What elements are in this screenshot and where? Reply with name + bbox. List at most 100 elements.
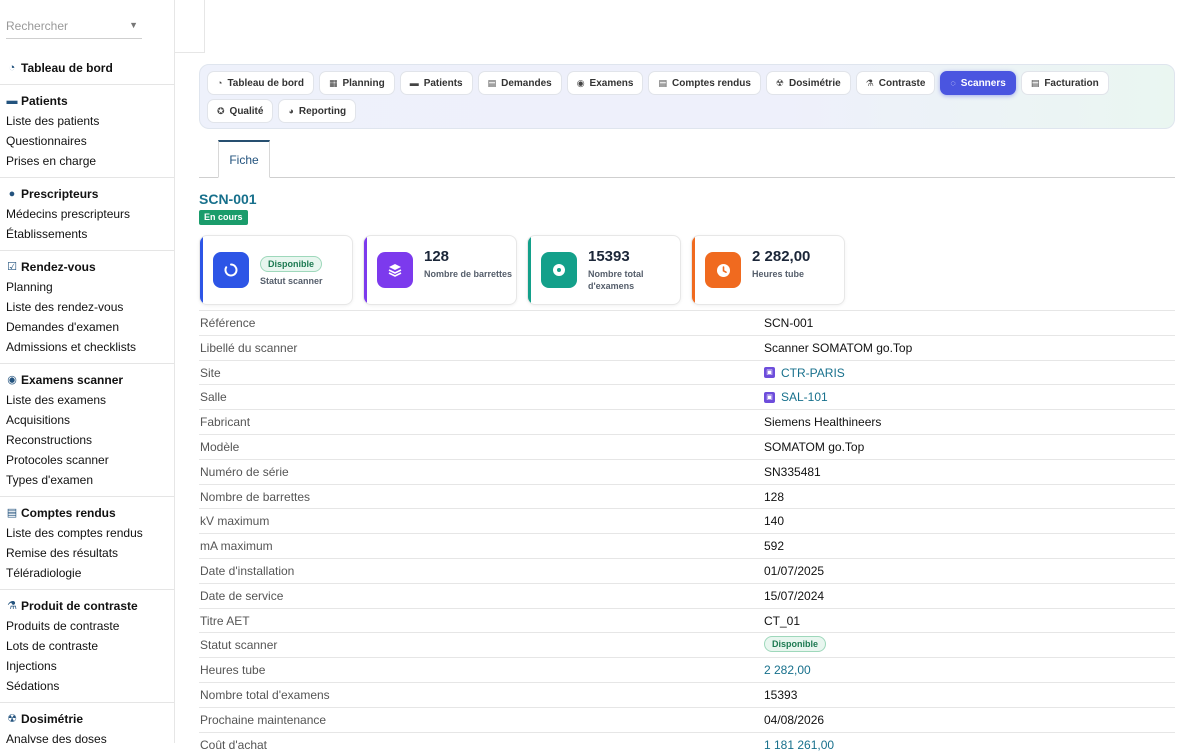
- field-value: 15393: [764, 687, 798, 702]
- stat-card-heures-tube: 2 282,00 Heures tube: [691, 235, 845, 305]
- field-value: 01/07/2025: [764, 563, 825, 578]
- field-label: Numéro de série: [200, 464, 289, 479]
- circle-notch-icon: [213, 252, 249, 288]
- disc-icon: ◉: [7, 374, 17, 386]
- sidebar-item-medecins-prescripteurs[interactable]: Médecins prescripteurs: [6, 204, 174, 224]
- table-row: Date de service 15/07/2024: [199, 582, 1175, 608]
- stat-cards: Disponible Statut scanner 128 Nombre de bar…: [199, 235, 859, 305]
- sidebar-item-types-d-examen[interactable]: Types d'examen: [6, 470, 174, 490]
- field-link[interactable]: ▣ SAL-101: [764, 390, 828, 404]
- clock-icon: [705, 252, 741, 288]
- stat-card-nombre-total-d-examens: 15393 Nombre total d'examens: [527, 235, 681, 305]
- field-label: Date de service: [200, 588, 284, 603]
- sidebar-nav: ◔ Tableau de bord ▬ Patients Liste des patie…: [0, 52, 174, 743]
- tab-planning[interactable]: ▦ Planning: [318, 71, 395, 95]
- tab-fiche[interactable]: Fiche: [218, 140, 270, 178]
- field-value: 1 181 261,00: [764, 737, 835, 752]
- tab-label: Facturation: [1044, 77, 1099, 89]
- tab-label: Qualité: [229, 105, 264, 117]
- status-badge: Disponible: [764, 636, 827, 653]
- table-row: Référence SCN-001: [199, 310, 1175, 335]
- sidebar-item-analyse-des-doses[interactable]: Analyse des doses: [6, 729, 174, 743]
- tab-reporting[interactable]: ◕ Reporting: [278, 99, 357, 123]
- sidebar-head-label: Prescripteurs: [21, 187, 99, 201]
- chart-pie-icon: ◕: [288, 106, 294, 116]
- subtabs: Fiche: [199, 140, 1175, 178]
- sidebar-item-remise-des-resultats[interactable]: Remise des résultats: [6, 543, 174, 563]
- search-box[interactable]: ▼: [6, 15, 142, 39]
- sidebar-head-prescripteurs[interactable]: ● Prescripteurs: [6, 184, 174, 204]
- sidebar-head-dosimetrie[interactable]: ☢ Dosimétrie: [6, 709, 174, 729]
- sidebar-item-liste-des-comptes-rendus[interactable]: Liste des comptes rendus: [6, 523, 174, 543]
- sidebar-item-protocoles-scanner[interactable]: Protocoles scanner: [6, 450, 174, 470]
- table-row: Heures tube 2 282,00: [199, 657, 1175, 682]
- sidebar-head-rendez-vous[interactable]: ☑ Rendez-vous: [6, 257, 174, 277]
- sidebar-item-acquisitions[interactable]: Acquisitions: [6, 410, 174, 430]
- field-value-wrap: Disponible: [764, 636, 827, 653]
- sidebar-item-etablissements[interactable]: Établissements: [6, 224, 174, 244]
- sidebar-item-prises-en-charge[interactable]: Prises en charge: [6, 151, 174, 171]
- tab-examens[interactable]: ◉ Examens: [566, 71, 644, 95]
- table-row: Numéro de série SN335481: [199, 458, 1175, 484]
- sidebar-head-comptes-rendus[interactable]: ▤ Comptes rendus: [6, 503, 174, 523]
- calendar-check-icon: ☑: [7, 261, 17, 273]
- tab-facturation[interactable]: ▤ Facturation: [1020, 71, 1109, 95]
- tab-label: Tableau de bord: [227, 77, 304, 89]
- sidebar-item-teleradiologie[interactable]: Téléradiologie: [6, 563, 174, 583]
- tab-comptes-rendus[interactable]: ▤ Comptes rendus: [648, 71, 761, 95]
- sidebar-item-injections[interactable]: Injections: [6, 656, 174, 676]
- tab-scanners[interactable]: ◌ Scanners: [940, 71, 1016, 95]
- sidebar-group-patients: ▬ Patients Liste des patients Questionnaire…: [0, 85, 174, 178]
- sidebar-group-examens-scanner: ◉ Examens scanner Liste des examens Acquisi…: [0, 364, 174, 497]
- chevron-down-icon[interactable]: ▼: [129, 20, 138, 30]
- sidebar-item-liste-des-rendez-vous[interactable]: Liste des rendez-vous: [6, 297, 174, 317]
- field-label: Modèle: [200, 439, 240, 454]
- card-accent-bar: [528, 236, 531, 304]
- card-accent-bar: [200, 236, 203, 304]
- sidebar-head-tableau-de-bord[interactable]: ◔ Tableau de bord: [6, 58, 174, 78]
- sidebar-head-patients[interactable]: ▬ Patients: [6, 91, 174, 111]
- tab-label: Reporting: [298, 105, 347, 117]
- tab-tableau-de-bord[interactable]: ◔ Tableau de bord: [207, 71, 314, 95]
- status-wrap: Disponible: [260, 254, 323, 272]
- tab-patients[interactable]: ▬ Patients: [399, 71, 473, 95]
- card-label: Heures tube: [752, 269, 805, 279]
- table-row: Coût d'achat 1 181 261,00: [199, 731, 1175, 756]
- card-value: 128: [424, 248, 450, 265]
- sidebar-group-comptes-rendus: ▤ Comptes rendus Liste des comptes rendus R…: [0, 497, 174, 590]
- sidebar-head-label: Rendez-vous: [21, 260, 96, 274]
- sidebar-item-reconstructions[interactable]: Reconstructions: [6, 430, 174, 450]
- sidebar-item-demandes-d-examen[interactable]: Demandes d'examen: [6, 317, 174, 337]
- sidebar-item-lots-de-contraste[interactable]: Lots de contraste: [6, 636, 174, 656]
- sidebar-item-admissions-et-checklists[interactable]: Admissions et checklists: [6, 337, 174, 357]
- tab-demandes[interactable]: ▤ Demandes: [477, 71, 562, 95]
- tab-contraste[interactable]: ⚗ Contraste: [855, 71, 936, 95]
- tab-label: Contraste: [878, 77, 926, 89]
- table-row: Salle ▣ SAL-101: [199, 384, 1175, 409]
- field-label: Titre AET: [200, 613, 250, 628]
- field-value: Siemens Healthineers: [764, 415, 882, 430]
- field-label: kV maximum: [200, 514, 270, 529]
- stat-card-nombre-de-barrettes: 128 Nombre de barrettes: [363, 235, 517, 305]
- tab-label: Comptes rendus: [671, 77, 751, 89]
- card-value: 2 282,00: [752, 248, 811, 265]
- field-label: Date d'installation: [200, 563, 295, 578]
- tab-dosimetrie[interactable]: ☢ Dosimétrie: [765, 71, 851, 95]
- sidebar-head-label: Examens scanner: [21, 373, 124, 387]
- sidebar-head-examens-scanner[interactable]: ◉ Examens scanner: [6, 370, 174, 390]
- field-value: CT_01: [764, 613, 801, 628]
- sidebar-item-planning[interactable]: Planning: [6, 277, 174, 297]
- tab-qualite[interactable]: ✪ Qualité: [207, 99, 274, 123]
- sidebar-item-questionnaires[interactable]: Questionnaires: [6, 131, 174, 151]
- sidebar-item-liste-des-examens[interactable]: Liste des examens: [6, 390, 174, 410]
- detail-table: Référence SCN-001 Libellé du scanner Scanne…: [199, 310, 1175, 756]
- sidebar-group-produit-de-contraste: ⚗ Produit de contraste Produits de contras…: [0, 590, 174, 703]
- sidebar-item-liste-des-patients[interactable]: Liste des patients: [6, 111, 174, 131]
- sidebar-item-produits-de-contraste[interactable]: Produits de contraste: [6, 616, 174, 636]
- search-input[interactable]: [6, 15, 126, 33]
- disc-icon: [541, 252, 577, 288]
- sidebar-item-sedations[interactable]: Sédations: [6, 676, 174, 696]
- sidebar-head-produit-de-contraste[interactable]: ⚗ Produit de contraste: [6, 596, 174, 616]
- table-row: Site ▣ CTR-PARIS: [199, 359, 1175, 385]
- field-link[interactable]: ▣ CTR-PARIS: [764, 366, 845, 380]
